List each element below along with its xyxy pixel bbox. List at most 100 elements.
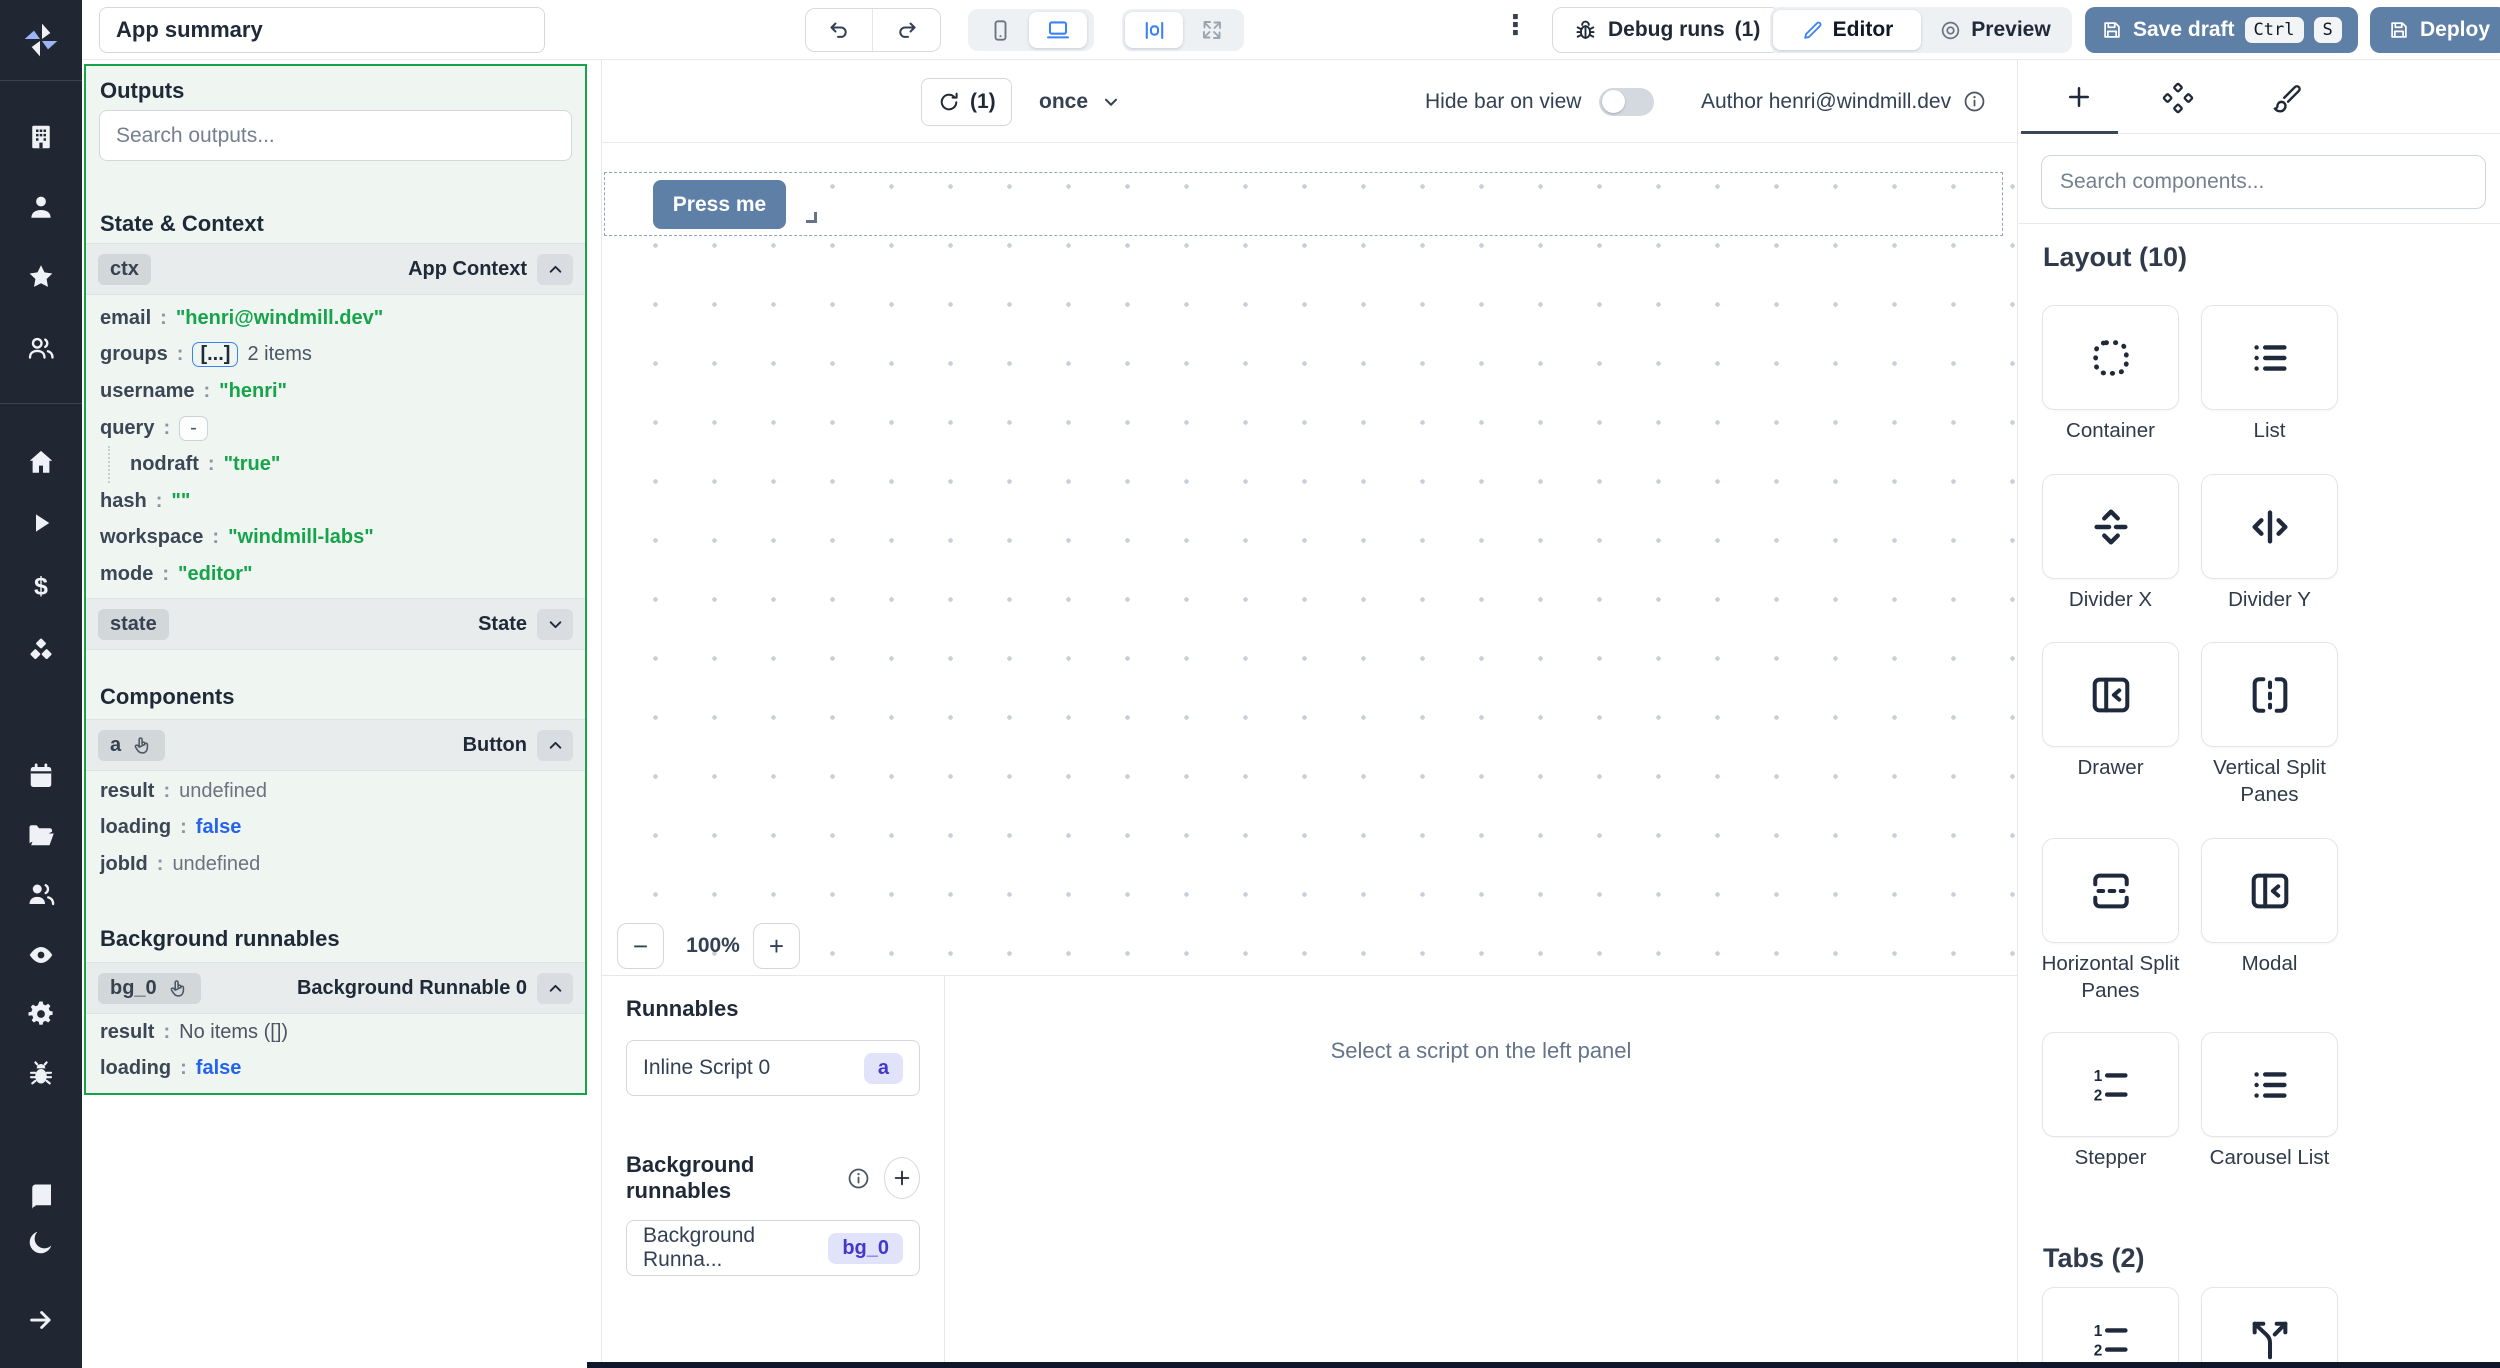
component-a-chip[interactable]: a — [98, 730, 165, 761]
component-card-tabs-0[interactable]: 12 — [2042, 1287, 2179, 1368]
canvas-grid[interactable] — [602, 143, 2017, 975]
value-undefined: undefined — [179, 780, 267, 803]
tab-preview[interactable]: Preview — [1921, 10, 2069, 50]
info-icon[interactable] — [1962, 89, 1987, 114]
sidebar-item-building[interactable] — [0, 122, 82, 152]
inline-script-row[interactable]: Inline Script 0 a — [626, 1040, 920, 1096]
component-card-stepper[interactable]: 12 — [2042, 1032, 2179, 1137]
schedule-dropdown[interactable]: once — [1039, 60, 1122, 143]
search-outputs-input[interactable] — [99, 110, 572, 161]
gear-icon — [26, 999, 56, 1029]
state-header-row[interactable]: state State — [86, 598, 585, 650]
mobile-view-button[interactable] — [971, 12, 1029, 48]
hide-bar-label: Hide bar on view — [1425, 90, 1581, 114]
add-background-runnable-button[interactable] — [884, 1157, 920, 1199]
component-card-modal[interactable] — [2201, 838, 2338, 943]
sidebar-item-dollar[interactable]: $ — [0, 572, 82, 602]
phone-icon — [988, 18, 1013, 43]
recompute-button[interactable]: (1) — [921, 78, 1012, 126]
state-context-heading: State & Context — [100, 211, 264, 237]
center-layout-button[interactable] — [1125, 12, 1183, 48]
save-draft-button[interactable]: Save draft CtrlS — [2085, 7, 2358, 53]
arrow-right-icon — [26, 1305, 56, 1335]
select-script-hint: Select a script on the left panel — [945, 1038, 2017, 1064]
expand-object-chip[interactable]: - — [179, 416, 208, 441]
desktop-view-button[interactable] — [1029, 12, 1087, 48]
component-card-list[interactable] — [2201, 305, 2338, 410]
ctx-chip[interactable]: ctx — [98, 254, 151, 285]
sidebar-item-eye[interactable] — [0, 940, 82, 970]
component-card-label: Container — [2030, 417, 2191, 444]
divider-y-icon — [2247, 504, 2293, 550]
component-card-container[interactable] — [2042, 305, 2179, 410]
component-card-divider-y[interactable] — [2201, 474, 2338, 579]
sidebar-item-arrow-right[interactable] — [0, 1305, 82, 1335]
sidebar-item-book[interactable] — [0, 1182, 82, 1212]
component-card-tabs-1[interactable] — [2201, 1287, 2338, 1368]
component-card-label: Drawer — [2030, 754, 2191, 781]
button-component-header-row[interactable]: a Button — [86, 719, 585, 771]
expand-button[interactable] — [537, 609, 573, 640]
inline-script-label: Inline Script 0 — [643, 1056, 770, 1080]
bg0-chip[interactable]: bg_0 — [98, 973, 201, 1004]
sidebar-item-star[interactable] — [0, 262, 82, 292]
press-me-button[interactable]: Press me — [653, 180, 786, 229]
expand-array-chip[interactable]: [...] — [192, 342, 238, 367]
sidebar-item-bug[interactable] — [0, 1059, 82, 1089]
components-panel: Layout (10)ContainerListDivider XDivider… — [2017, 60, 2500, 1368]
tab-styling[interactable] — [2272, 82, 2304, 114]
sidebar-item-user[interactable] — [0, 192, 82, 222]
app-summary-input[interactable] — [99, 7, 545, 53]
sidebar-item-moon[interactable] — [0, 1227, 82, 1257]
collapse-button[interactable] — [537, 254, 573, 285]
sidebar-item-users[interactable] — [0, 879, 82, 909]
state-chip[interactable]: state — [98, 609, 169, 640]
component-card-drawer[interactable] — [2042, 642, 2179, 747]
ctx-label: App Context — [408, 258, 527, 281]
runnables-title: Runnables — [626, 996, 920, 1022]
moon-icon — [26, 1227, 56, 1257]
component-card-horizontal-split-panes[interactable] — [2042, 838, 2179, 943]
dollar-icon: $ — [26, 572, 56, 602]
bg-runnable-header-row[interactable]: bg_0 Background Runnable 0 — [86, 962, 585, 1014]
deploy-label: Deploy — [2420, 18, 2490, 42]
kbd-s: S — [2314, 17, 2342, 43]
preview-eye-icon — [1939, 19, 1962, 42]
component-card-divider-x[interactable] — [2042, 474, 2179, 579]
home-icon — [26, 447, 56, 477]
zoom-out-button[interactable]: − — [617, 923, 664, 969]
sidebar-item-home[interactable] — [0, 447, 82, 477]
value-string: "editor" — [178, 563, 253, 586]
component-card-vertical-split-panes[interactable] — [2201, 642, 2338, 747]
info-icon[interactable] — [846, 1166, 871, 1191]
deploy-button[interactable]: Deploy — [2370, 7, 2500, 53]
windmill-logo-icon[interactable] — [0, 20, 82, 60]
sidebar-item-gear[interactable] — [0, 999, 82, 1029]
list-ordered-icon: 12 — [2088, 1317, 2134, 1363]
tab-editor[interactable]: Editor — [1773, 10, 1921, 50]
sidebar-item-folder[interactable] — [0, 820, 82, 850]
kebab-menu-button[interactable]: ⋮ — [1502, 10, 1529, 41]
sidebar-item-play[interactable] — [0, 508, 82, 538]
collapse-button[interactable] — [537, 730, 573, 761]
sidebar-item-calendar[interactable] — [0, 761, 82, 791]
output-key: mode — [100, 563, 153, 586]
tab-components-tree[interactable] — [2162, 82, 2194, 114]
list-ordered-icon: 12 — [2088, 1062, 2134, 1108]
sidebar-item-boxes[interactable] — [0, 636, 82, 666]
zoom-in-button[interactable]: + — [753, 923, 800, 969]
hide-bar-toggle[interactable] — [1599, 88, 1654, 116]
background-runnable-row[interactable]: Background Runna... bg_0 — [626, 1220, 920, 1276]
undo-button[interactable] — [806, 9, 873, 51]
ctx-header-row[interactable]: ctx App Context — [86, 243, 585, 295]
search-components-input[interactable] — [2041, 155, 2486, 209]
save-icon — [2101, 19, 2123, 41]
tab-insert[interactable] — [2064, 82, 2094, 112]
collapse-button[interactable] — [537, 973, 573, 1004]
redo-button[interactable] — [873, 9, 940, 51]
resize-handle[interactable] — [806, 212, 817, 223]
component-card-carousel-list[interactable] — [2201, 1032, 2338, 1137]
debug-runs-button[interactable]: Debug runs (1) — [1552, 7, 1781, 53]
fullwidth-layout-button[interactable] — [1183, 12, 1241, 48]
sidebar-item-user-group[interactable] — [0, 333, 82, 363]
